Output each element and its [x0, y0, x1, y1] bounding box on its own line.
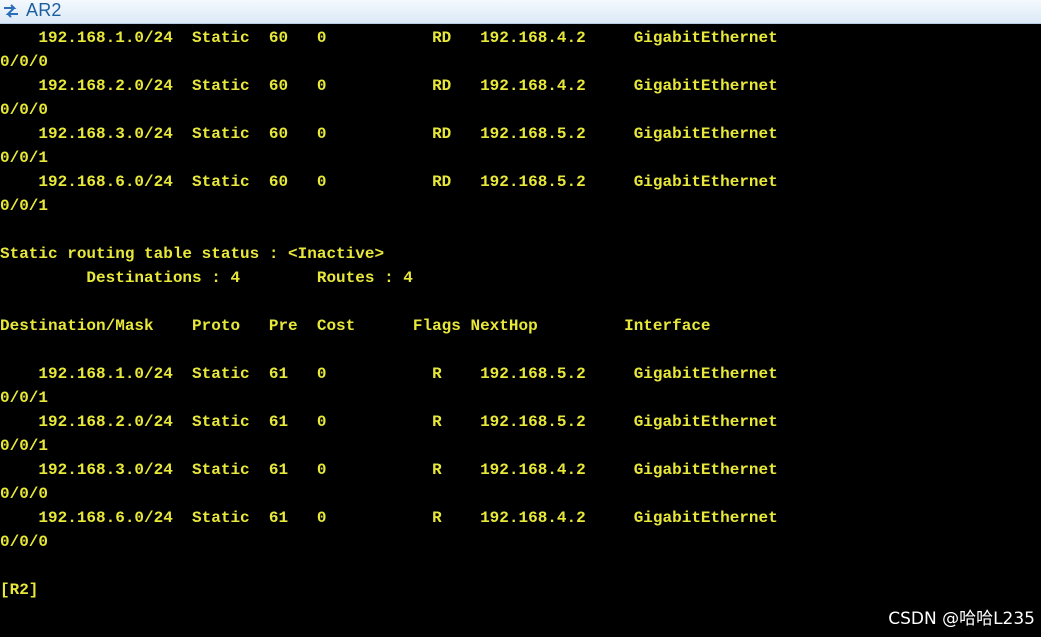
terminal-line: Destinations : 4 Routes : 4 [0, 269, 413, 287]
terminal-line: 0/0/1 [0, 389, 49, 407]
terminal-line: 0/0/0 [0, 53, 49, 71]
terminal-line: 0/0/1 [0, 149, 49, 167]
terminal-line: 0/0/1 [0, 197, 49, 215]
terminal-line: 192.168.1.0/24 Static 60 0 RD 192.168.4.… [0, 29, 778, 47]
terminal-line: Destination/Mask Proto Pre Cost Flags Ne… [0, 317, 711, 335]
terminal-line: 192.168.3.0/24 Static 61 0 R 192.168.4.2… [0, 461, 778, 479]
terminal-line: 192.168.3.0/24 Static 60 0 RD 192.168.5.… [0, 125, 778, 143]
terminal-line: 192.168.6.0/24 Static 60 0 RD 192.168.5.… [0, 173, 778, 191]
terminal-line: 0/0/1 [0, 437, 49, 455]
window-titlebar: AR2 [0, 0, 1041, 24]
terminal-line: 0/0/0 [0, 485, 49, 503]
terminal-line: 0/0/0 [0, 101, 49, 119]
terminal-output[interactable]: 192.168.1.0/24 Static 60 0 RD 192.168.4.… [0, 26, 1041, 602]
terminal-line: 192.168.2.0/24 Static 60 0 RD 192.168.4.… [0, 77, 778, 95]
terminal-line: 192.168.6.0/24 Static 61 0 R 192.168.4.2… [0, 509, 778, 527]
router-network-icon [2, 3, 20, 19]
terminal-line: Static routing table status : <Inactive> [0, 245, 385, 263]
terminal-line: 0/0/0 [0, 533, 49, 551]
terminal-line: [R2] [0, 581, 39, 599]
terminal-line: 192.168.1.0/24 Static 61 0 R 192.168.5.2… [0, 365, 778, 383]
window-title: AR2 [26, 0, 62, 20]
watermark: CSDN @哈哈L235 [888, 609, 1035, 629]
terminal-line: 192.168.2.0/24 Static 61 0 R 192.168.5.2… [0, 413, 778, 431]
